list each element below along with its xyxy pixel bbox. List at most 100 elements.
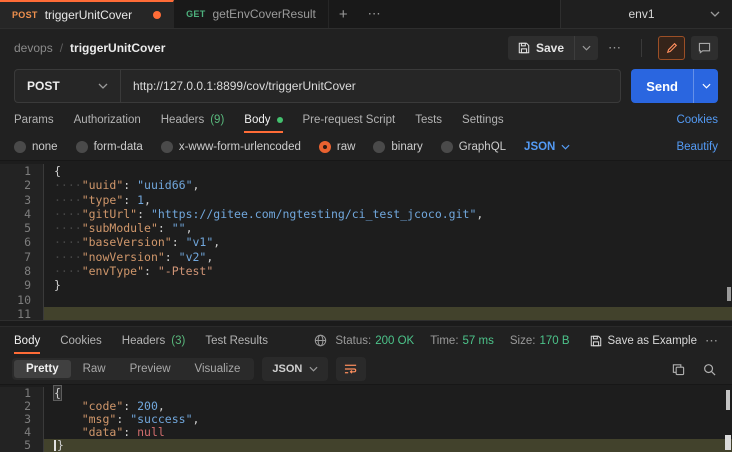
response-format-dropdown[interactable]: JSON (262, 357, 328, 381)
chevron-down-icon (98, 83, 108, 89)
bodytype-raw[interactable]: raw (319, 141, 356, 153)
tab-label: Authorization (74, 114, 141, 126)
environment-name: env1 (573, 7, 710, 21)
request-more-actions-button[interactable]: ⋯ (598, 40, 631, 56)
response-more-actions-button[interactable]: ⋯ (705, 333, 718, 349)
bodytype-label: form-data (94, 141, 143, 153)
code-line: 9} (0, 278, 732, 292)
code-line: 4 "data": null (0, 426, 732, 439)
chevron-down-icon (561, 144, 570, 150)
tab-settings[interactable]: Settings (462, 106, 504, 133)
tab-headers[interactable]: Headers (9) (161, 106, 225, 133)
headers-count: (9) (210, 114, 224, 126)
save-options-button[interactable] (574, 36, 598, 60)
code-line: 10 (0, 293, 732, 307)
bodytype-form-data[interactable]: form-data (76, 141, 143, 153)
cookies-link[interactable]: Cookies (676, 114, 718, 126)
view-label: Preview (130, 363, 171, 375)
response-tab-test-results[interactable]: Test Results (205, 327, 268, 354)
ellipsis-icon: ⋯ (608, 40, 621, 56)
bodytype-none[interactable]: none (14, 141, 58, 153)
view-raw[interactable]: Raw (71, 360, 118, 378)
radio-icon (373, 141, 385, 153)
tab-label: Tests (415, 114, 442, 126)
bodytype-binary[interactable]: binary (373, 141, 422, 153)
view-preview[interactable]: Preview (118, 360, 183, 378)
tab-tests[interactable]: Tests (415, 106, 442, 133)
format-value: JSON (524, 141, 555, 153)
send-split-button: Send (631, 69, 718, 103)
response-tab-headers[interactable]: Headers(3) (122, 327, 186, 354)
edit-mode-button[interactable] (658, 36, 685, 60)
radio-icon (76, 141, 88, 153)
new-tab-button[interactable]: + (329, 0, 358, 28)
tab-title: getEnvCoverResult (213, 7, 316, 21)
search-icon[interactable] (703, 363, 716, 376)
send-button[interactable]: Send (631, 69, 693, 103)
code-line: 1{ (0, 164, 732, 178)
send-options-button[interactable] (693, 69, 718, 103)
tab-getEnvCoverResult[interactable]: GET getEnvCoverResult (174, 0, 329, 28)
bodytype-label: none (32, 141, 58, 153)
tab-label: Cookies (60, 335, 102, 347)
wrap-text-button[interactable] (336, 357, 366, 381)
tab-label: Headers (161, 114, 204, 126)
view-label: Visualize (195, 363, 241, 375)
view-pretty[interactable]: Pretty (14, 360, 71, 378)
tab-label: Body (244, 114, 270, 126)
bodytype-urlencoded[interactable]: x-www-form-urlencoded (161, 141, 301, 153)
code-line: 7····"nowVersion": "v2", (0, 250, 732, 264)
status-label: Status: (335, 335, 371, 347)
response-tab-body[interactable]: Body (14, 327, 40, 354)
beautify-link[interactable]: Beautify (676, 141, 718, 153)
save-as-example-button[interactable]: Save as Example (590, 335, 698, 347)
save-as-example-label: Save as Example (608, 335, 698, 347)
comments-button[interactable] (691, 36, 718, 60)
plus-icon: + (339, 6, 348, 23)
response-meta: Status:200 OK Time:57 ms Size:170 B Save… (314, 333, 718, 349)
bodytype-graphql[interactable]: GraphQL (441, 141, 506, 153)
tab-body[interactable]: Body (244, 106, 282, 133)
tab-params[interactable]: Params (14, 106, 54, 133)
tab-authorization[interactable]: Authorization (74, 106, 141, 133)
environment-selector[interactable]: env1 (560, 0, 732, 28)
chevron-down-icon (710, 11, 720, 17)
response-tab-cookies[interactable]: Cookies (60, 327, 102, 354)
breadcrumb-row: devops / triggerUnitCover Save ⋯ (0, 29, 732, 66)
radio-selected-icon (319, 141, 331, 153)
view-visualize[interactable]: Visualize (183, 360, 253, 378)
bodytype-label: x-www-form-urlencoded (179, 141, 301, 153)
copy-icon[interactable] (672, 363, 685, 376)
size-pair: Size:170 B (510, 335, 570, 347)
method-dropdown[interactable]: POST (14, 69, 120, 103)
body-type-row: none form-data x-www-form-urlencoded raw… (0, 133, 732, 160)
response-scrollbar-corner[interactable] (725, 435, 731, 450)
bodytype-label: raw (337, 141, 356, 153)
editor-scrollbar-thumb[interactable] (727, 287, 731, 301)
size-value: 170 B (539, 335, 569, 347)
ellipsis-icon: ⋯ (705, 333, 718, 348)
time-value: 57 ms (463, 335, 494, 347)
tab-label: Test Results (205, 335, 268, 347)
view-label: Raw (83, 363, 106, 375)
response-body-editor[interactable]: 1{2 "code": 200,3 "msg": "success",4 "da… (0, 384, 732, 452)
save-button[interactable]: Save (508, 36, 574, 60)
tab-options-button[interactable]: ⋯ (358, 0, 391, 28)
response-scrollbar-thumb[interactable] (726, 390, 730, 410)
tab-title: triggerUnitCover (45, 8, 132, 22)
format-dropdown[interactable]: JSON (524, 141, 570, 153)
url-input[interactable]: http://127.0.0.1:8899/cov/triggerUnitCov… (120, 69, 621, 103)
view-label: Pretty (26, 363, 59, 375)
code-line: 6····"baseVersion": "v1", (0, 235, 732, 249)
globe-icon[interactable] (314, 334, 327, 347)
response-toolbar: Pretty Raw Preview Visualize JSON (0, 354, 732, 384)
radio-icon (441, 141, 453, 153)
tab-triggerUnitCover[interactable]: POST triggerUnitCover (0, 0, 174, 28)
code-line: 5} (0, 439, 732, 452)
response-format-value: JSON (272, 363, 302, 375)
tab-pre-request-script[interactable]: Pre-request Script (303, 106, 396, 133)
breadcrumb-folder[interactable]: devops (14, 41, 53, 55)
bodytype-label: binary (391, 141, 422, 153)
request-body-editor[interactable]: 1{2····"uuid": "uuid66",3····"type": 1,4… (0, 160, 732, 321)
code-line: 8····"envType": "-Ptest" (0, 264, 732, 278)
